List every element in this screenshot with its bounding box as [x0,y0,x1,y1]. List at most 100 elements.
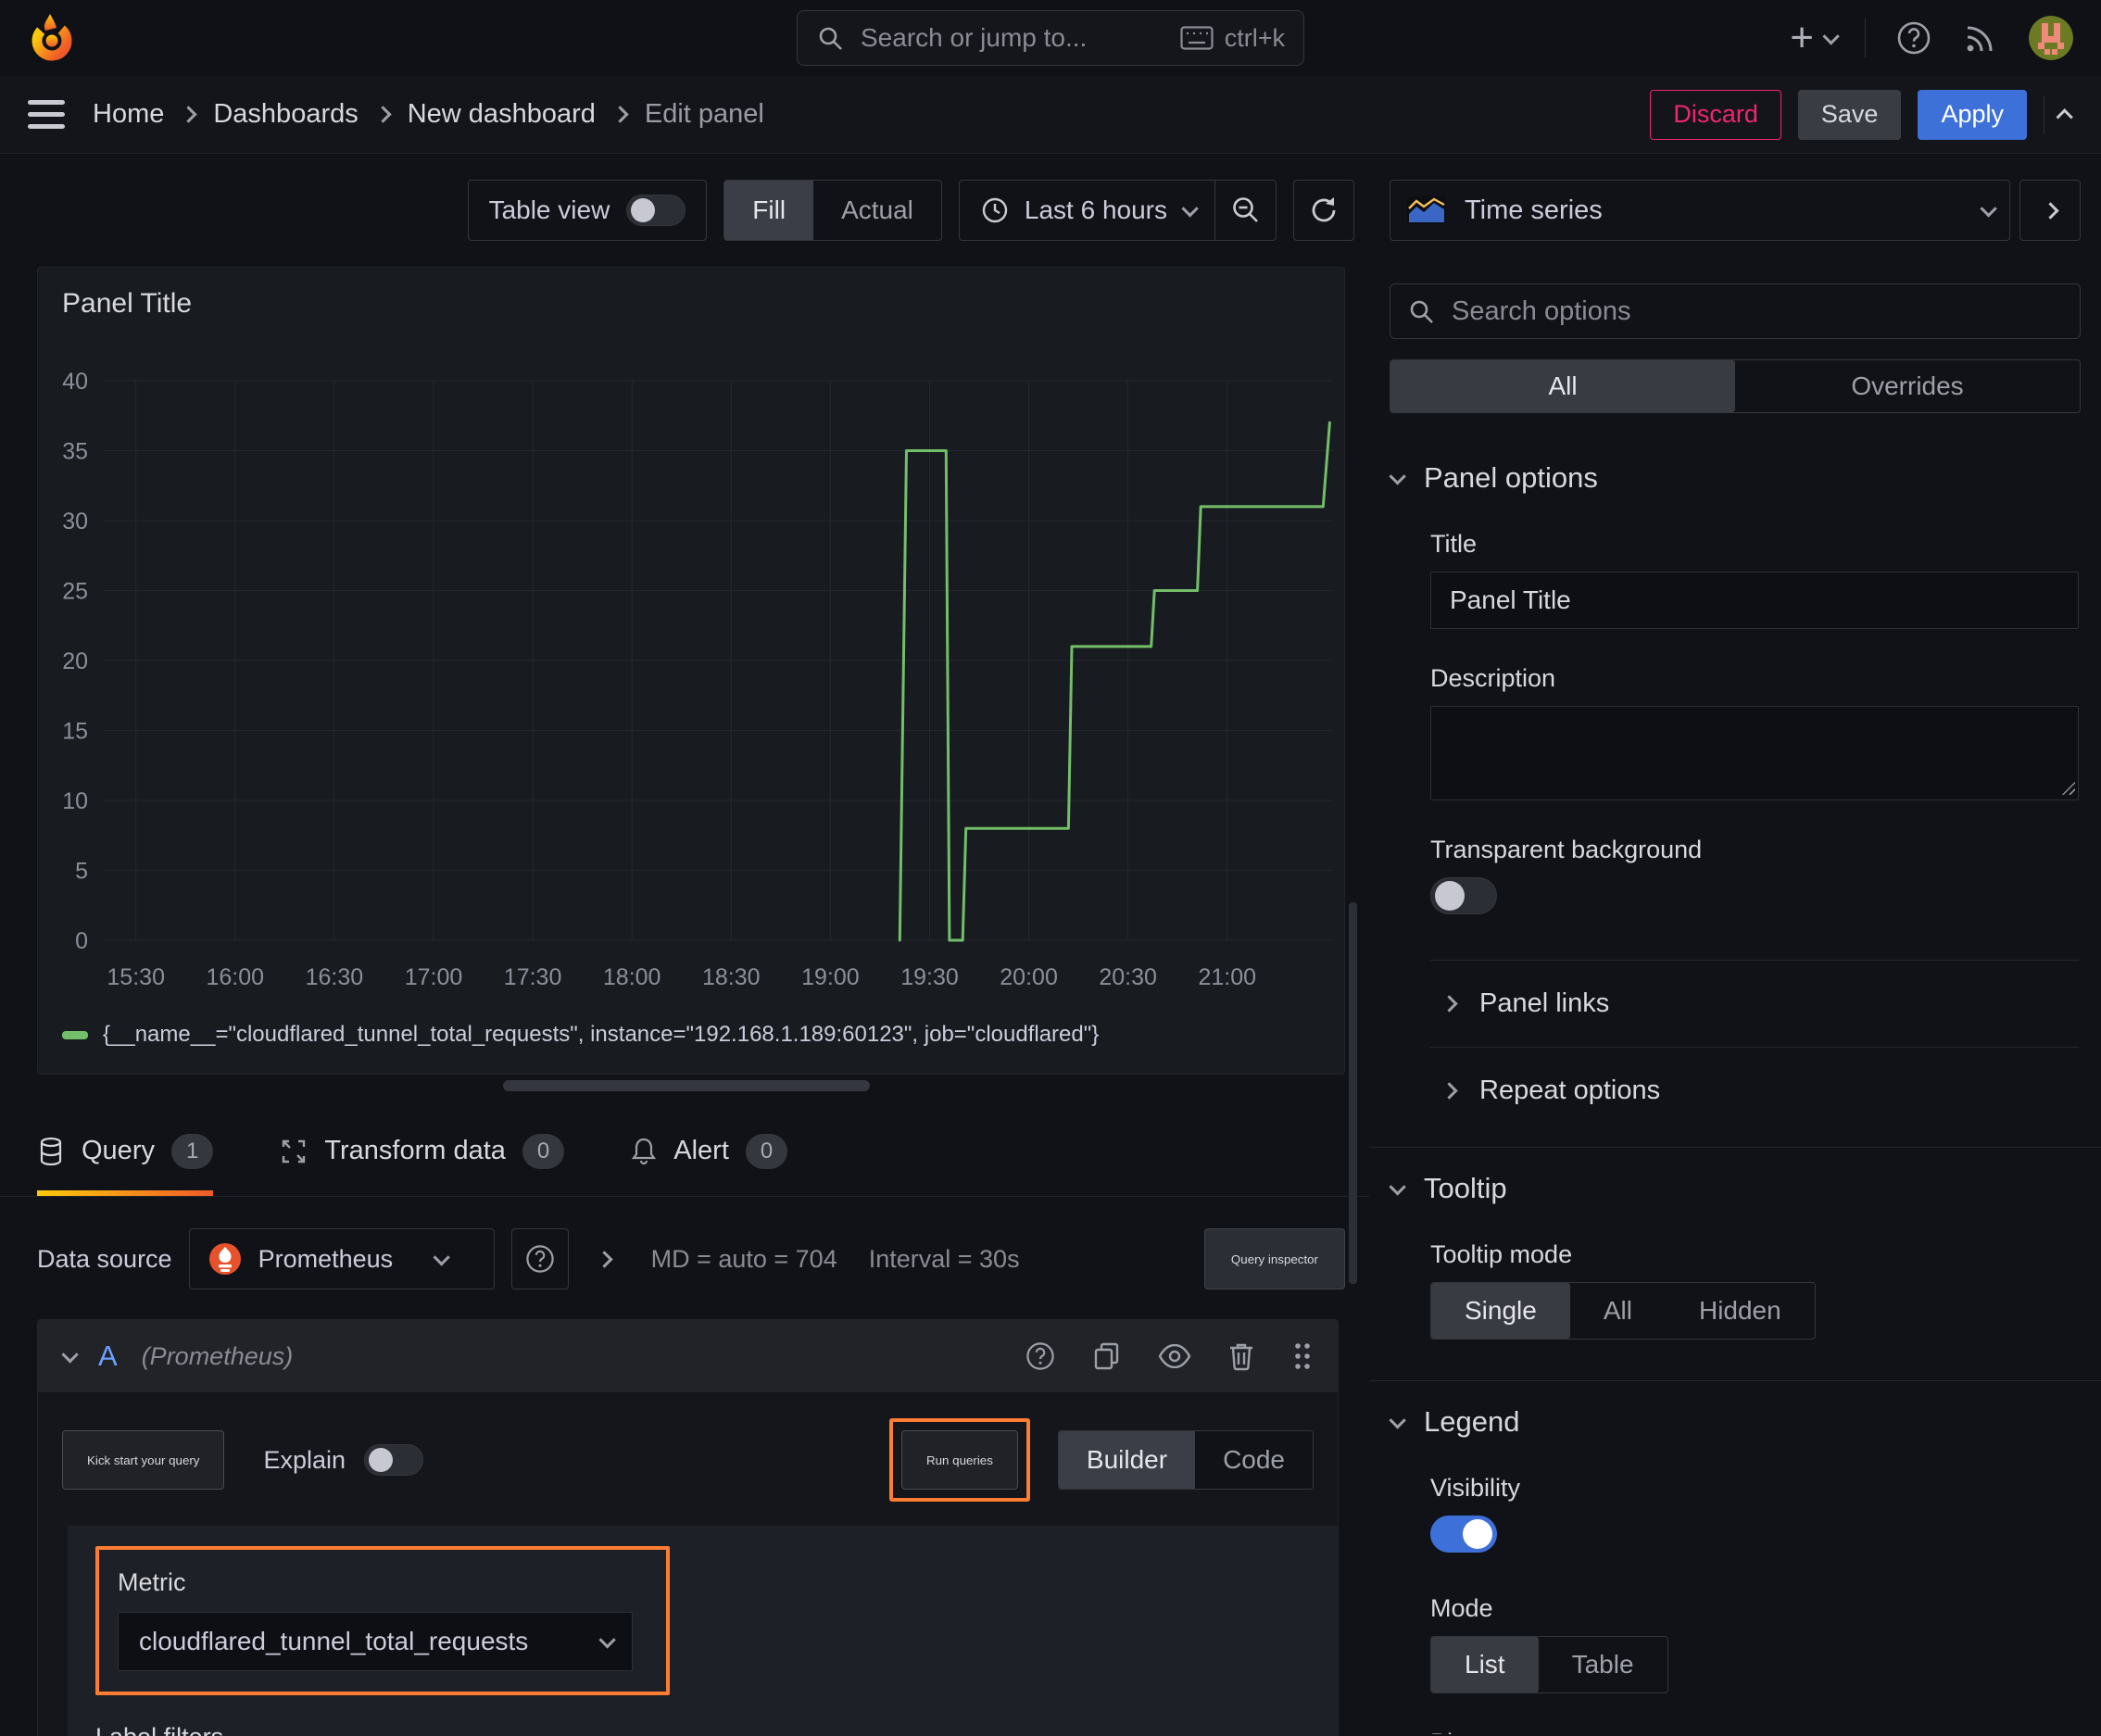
zoom-out-button[interactable] [1214,181,1276,240]
panel-options-section[interactable]: Panel options [1389,461,2081,495]
actual-option[interactable]: Actual [813,181,941,240]
eye-icon[interactable] [1158,1344,1191,1368]
chevron-down-icon [1181,199,1199,218]
run-queries-button[interactable]: Run queries [901,1430,1018,1490]
svg-text:19:30: 19:30 [900,964,959,990]
duplicate-icon[interactable] [1093,1341,1121,1371]
tab-query[interactable]: Query 1 [37,1106,214,1196]
tooltip-single-option[interactable]: Single [1431,1283,1570,1339]
svg-text:35: 35 [62,439,88,465]
time-series-chart[interactable]: 0 5 10 15 20 25 30 35 40 15:30 16:00 16:30 17:00 17:3… [44,344,1337,1022]
tooltip-all-option[interactable]: All [1570,1283,1666,1339]
builder-option[interactable]: Builder [1058,1431,1196,1489]
repeat-options-section[interactable]: Repeat options [1441,1076,2081,1106]
visualization-picker[interactable]: Time series [1390,180,2010,241]
apply-button[interactable]: Apply [1918,89,2027,140]
legend-table-option[interactable]: Table [1539,1637,1667,1692]
chevron-down-icon [598,1630,616,1649]
legend-mode-segment: List Table [1430,1636,1668,1693]
query-actions-row: Kick start your query Explain Run querie… [62,1418,1314,1502]
panel-title-input[interactable] [1430,572,2079,629]
chart-legend[interactable]: {__name__="cloudflared_tunnel_total_requ… [38,1022,1344,1048]
metric-label: Metric [118,1568,186,1596]
metric-value: cloudflared_tunnel_total_requests [139,1627,529,1655]
kick-start-button[interactable]: Kick start your query [62,1430,225,1490]
tab-alert[interactable]: Alert 0 [631,1106,788,1196]
datasource-label: Data source [37,1244,172,1273]
options-tabs: All Overrides [1390,359,2081,413]
legend-list-option[interactable]: List [1431,1637,1539,1692]
datasource-help-button[interactable] [510,1228,569,1289]
legend-section[interactable]: Legend [1389,1405,2081,1439]
alert-count-badge: 0 [745,1133,788,1169]
explain-switch[interactable] [364,1444,424,1476]
code-option[interactable]: Code [1195,1431,1313,1489]
svg-text:21:00: 21:00 [1198,964,1256,990]
search-input[interactable] [859,22,1165,54]
query-inspector-button[interactable]: Query inspector [1203,1228,1345,1289]
tab-transform-data[interactable]: Transform data 0 [280,1106,565,1196]
new-menu-button[interactable]: + [1790,18,1840,58]
user-avatar[interactable] [2029,16,2073,60]
breadcrumb-new-dashboard[interactable]: New dashboard [408,99,596,130]
options-search-input[interactable] [1450,295,2063,328]
interval-info: Interval = 30s [868,1244,1020,1273]
legend-visibility-switch[interactable] [1430,1516,1497,1553]
panel-editor-actions: Discard Save Apply [1650,89,2073,140]
datasource-picker[interactable]: Prometheus [188,1228,495,1289]
query-builder-body: Metric cloudflared_tunnel_total_requests… [68,1526,1338,1736]
angle-right-icon[interactable] [595,1250,613,1268]
panel-links-section[interactable]: Panel links [1441,988,2081,1019]
help-icon[interactable] [1025,1340,1056,1372]
chevron-down-icon [433,1248,450,1266]
chevron-up-icon[interactable] [2056,108,2073,126]
trash-icon[interactable] [1228,1341,1254,1371]
help-icon[interactable] [1895,19,1932,57]
grafana-logo-icon[interactable] [28,12,76,64]
tab-overrides[interactable]: Overrides [1735,360,2080,412]
query-row-header[interactable]: A (Prometheus) [38,1320,1338,1392]
vertical-scrollbar[interactable] [1349,902,1357,1284]
svg-text:16:30: 16:30 [306,964,364,990]
svg-text:15:30: 15:30 [107,964,165,990]
time-range-button[interactable]: Last 6 hours [960,181,1214,240]
drag-handle-icon[interactable] [1291,1340,1314,1372]
tab-all[interactable]: All [1390,360,1735,412]
breadcrumb-home[interactable]: Home [93,99,164,130]
horizontal-scrollbar[interactable] [503,1080,870,1091]
menu-icon[interactable] [28,100,65,129]
breadcrumb-dashboards[interactable]: Dashboards [213,99,358,130]
options-search[interactable] [1390,283,2081,339]
database-icon [37,1137,65,1166]
datasource-name: Prometheus [258,1244,394,1273]
news-rss-icon[interactable] [1962,19,1999,57]
metric-select[interactable]: cloudflared_tunnel_total_requests [118,1612,633,1671]
svg-text:20:00: 20:00 [1000,964,1058,990]
fill-option[interactable]: Fill [724,181,814,240]
panel-options-heading: Panel options [1424,461,1598,494]
panel-preview[interactable]: Panel Title 0 5 10 15 20 25 30 35 40 15:30 16:00 16… [37,267,1345,1075]
svg-text:18:30: 18:30 [702,964,761,990]
resize-handle-icon[interactable] [2060,780,2075,795]
tooltip-hidden-option[interactable]: Hidden [1666,1283,1815,1339]
description-textarea[interactable] [1430,706,2079,800]
save-button[interactable]: Save [1797,89,1902,140]
global-search[interactable]: ctrl+k [797,10,1304,66]
table-view-toggle[interactable]: Table view [467,180,708,241]
table-view-switch[interactable] [626,195,686,226]
chevron-right-icon [180,106,198,123]
svg-text:10: 10 [62,788,88,814]
collapse-options-button[interactable] [2019,180,2081,241]
query-count-badge: 1 [170,1133,214,1169]
table-view-label: Table view [488,195,610,224]
time-range-label: Last 6 hours [1024,195,1167,224]
collapse-query-icon[interactable] [61,1345,79,1364]
divider [1430,1047,2079,1048]
panel-toolbar: Table view Fill Actual Last 6 hours [467,180,1354,241]
explain-toggle[interactable]: Explain [263,1444,424,1476]
discard-button[interactable]: Discard [1650,89,1781,140]
query-ref-id: A [98,1340,118,1372]
tooltip-section[interactable]: Tooltip [1389,1172,2081,1205]
refresh-button[interactable] [1293,180,1354,241]
transparent-background-switch[interactable] [1430,877,1497,914]
